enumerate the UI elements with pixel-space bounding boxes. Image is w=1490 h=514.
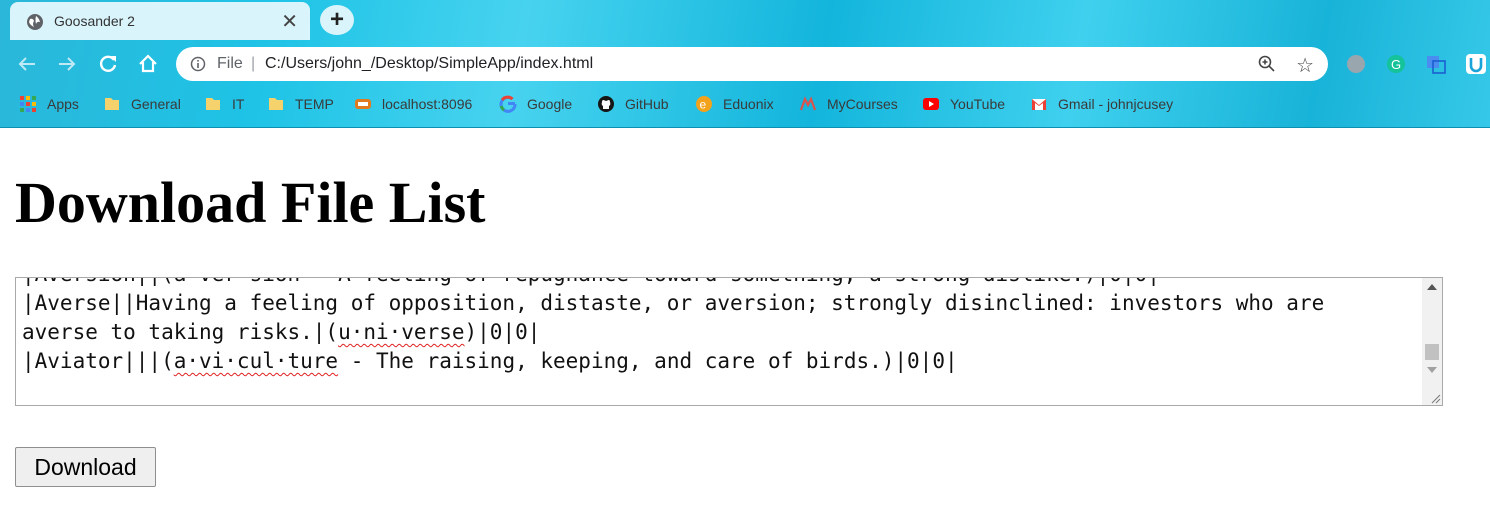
svg-text:G: G (1391, 57, 1401, 72)
tab-close-icon[interactable]: ✕ (281, 9, 298, 34)
browser-tab[interactable]: Goosander 2 ✕ (10, 2, 310, 40)
bookmark-apps[interactable]: Apps (47, 96, 79, 112)
file-list-textarea[interactable]: |Aversion||(a·ver·sion - A feeling of re… (15, 277, 1443, 406)
scroll-down-arrow-icon[interactable] (1427, 367, 1437, 373)
translate-icon[interactable] (1425, 53, 1447, 75)
extension-icon[interactable] (1345, 53, 1367, 75)
bookmark-gmail[interactable]: Gmail - johnjcusey (1058, 96, 1173, 112)
download-button[interactable]: Download (15, 447, 156, 487)
gmail-icon (1032, 99, 1046, 110)
page-title: Download File List (15, 170, 486, 235)
bookmark-mycourses[interactable]: MyCourses (827, 96, 898, 112)
zoom-icon[interactable] (1258, 55, 1276, 73)
extension-u-icon[interactable] (1465, 53, 1487, 75)
back-icon[interactable] (13, 50, 41, 78)
folder-icon (206, 98, 220, 110)
svg-text:e: e (700, 98, 707, 112)
scheme-label: File (217, 55, 243, 72)
home-icon[interactable] (134, 50, 162, 78)
youtube-icon (923, 98, 939, 110)
address-bar[interactable]: File | C:/Users/john_/Desktop/SimpleApp/… (176, 47, 1328, 81)
mycourses-icon (799, 96, 817, 111)
grammarly-icon[interactable]: G (1385, 53, 1407, 75)
reload-icon[interactable] (94, 50, 122, 78)
bookmark-it[interactable]: IT (232, 96, 244, 112)
forward-icon[interactable] (53, 50, 81, 78)
scroll-up-arrow-icon[interactable] (1427, 284, 1437, 290)
bookmark-youtube[interactable]: YouTube (950, 96, 1005, 112)
eduonix-icon: e (696, 96, 712, 112)
info-icon[interactable] (190, 56, 206, 72)
bookmark-star-icon[interactable]: ☆ (1296, 53, 1314, 78)
bookmark-general[interactable]: General (131, 96, 181, 112)
textarea-scrollbar[interactable] (1422, 278, 1442, 405)
url-text[interactable]: C:/Users/john_/Desktop/SimpleApp/index.h… (265, 55, 593, 73)
spellcheck-word: a·vi·cul·ture (173, 349, 339, 373)
browser-chrome: Goosander 2 ✕ + File | C:/Users/john_/De… (0, 0, 1490, 128)
bookmark-localhost[interactable]: localhost:8096 (382, 96, 472, 112)
bookmark-github[interactable]: GitHub (625, 96, 669, 112)
textarea-content[interactable]: |Aversion||(a·ver·sion - A feeling of re… (22, 278, 1412, 376)
bookmarks-bar: Apps General IT TEMP localhost:8096 Goog… (0, 90, 1490, 118)
textarea-line-aviator-start: |Aviator|||( (22, 349, 174, 373)
google-icon (499, 95, 517, 113)
textarea-line-averse-end: )|0|0| (464, 320, 541, 344)
scheme-separator: | (251, 55, 256, 72)
scrollbar-thumb[interactable] (1425, 344, 1439, 360)
media-server-icon (355, 99, 371, 109)
bookmark-eduonix[interactable]: Eduonix (723, 96, 774, 112)
textarea-line-aviator-end: - The raising, keeping, and care of bird… (338, 349, 958, 373)
bookmark-google[interactable]: Google (527, 96, 572, 112)
folder-icon (269, 98, 283, 110)
textarea-line-partial: |Aversion||(a·ver·sion - A feeling of re… (22, 278, 1160, 286)
textarea-line-averse-start: |Averse||Having a feeling of opposition,… (22, 291, 1337, 344)
tab-title: Goosander 2 (54, 13, 135, 29)
new-tab-button[interactable]: + (320, 5, 354, 35)
globe-icon (27, 14, 43, 30)
bookmark-temp[interactable]: TEMP (295, 96, 334, 112)
resize-handle-icon[interactable] (1429, 392, 1441, 404)
spellcheck-word: u·ni·verse (338, 320, 465, 344)
github-icon (598, 96, 614, 112)
folder-icon (105, 98, 119, 110)
apps-grid-icon (20, 96, 36, 112)
